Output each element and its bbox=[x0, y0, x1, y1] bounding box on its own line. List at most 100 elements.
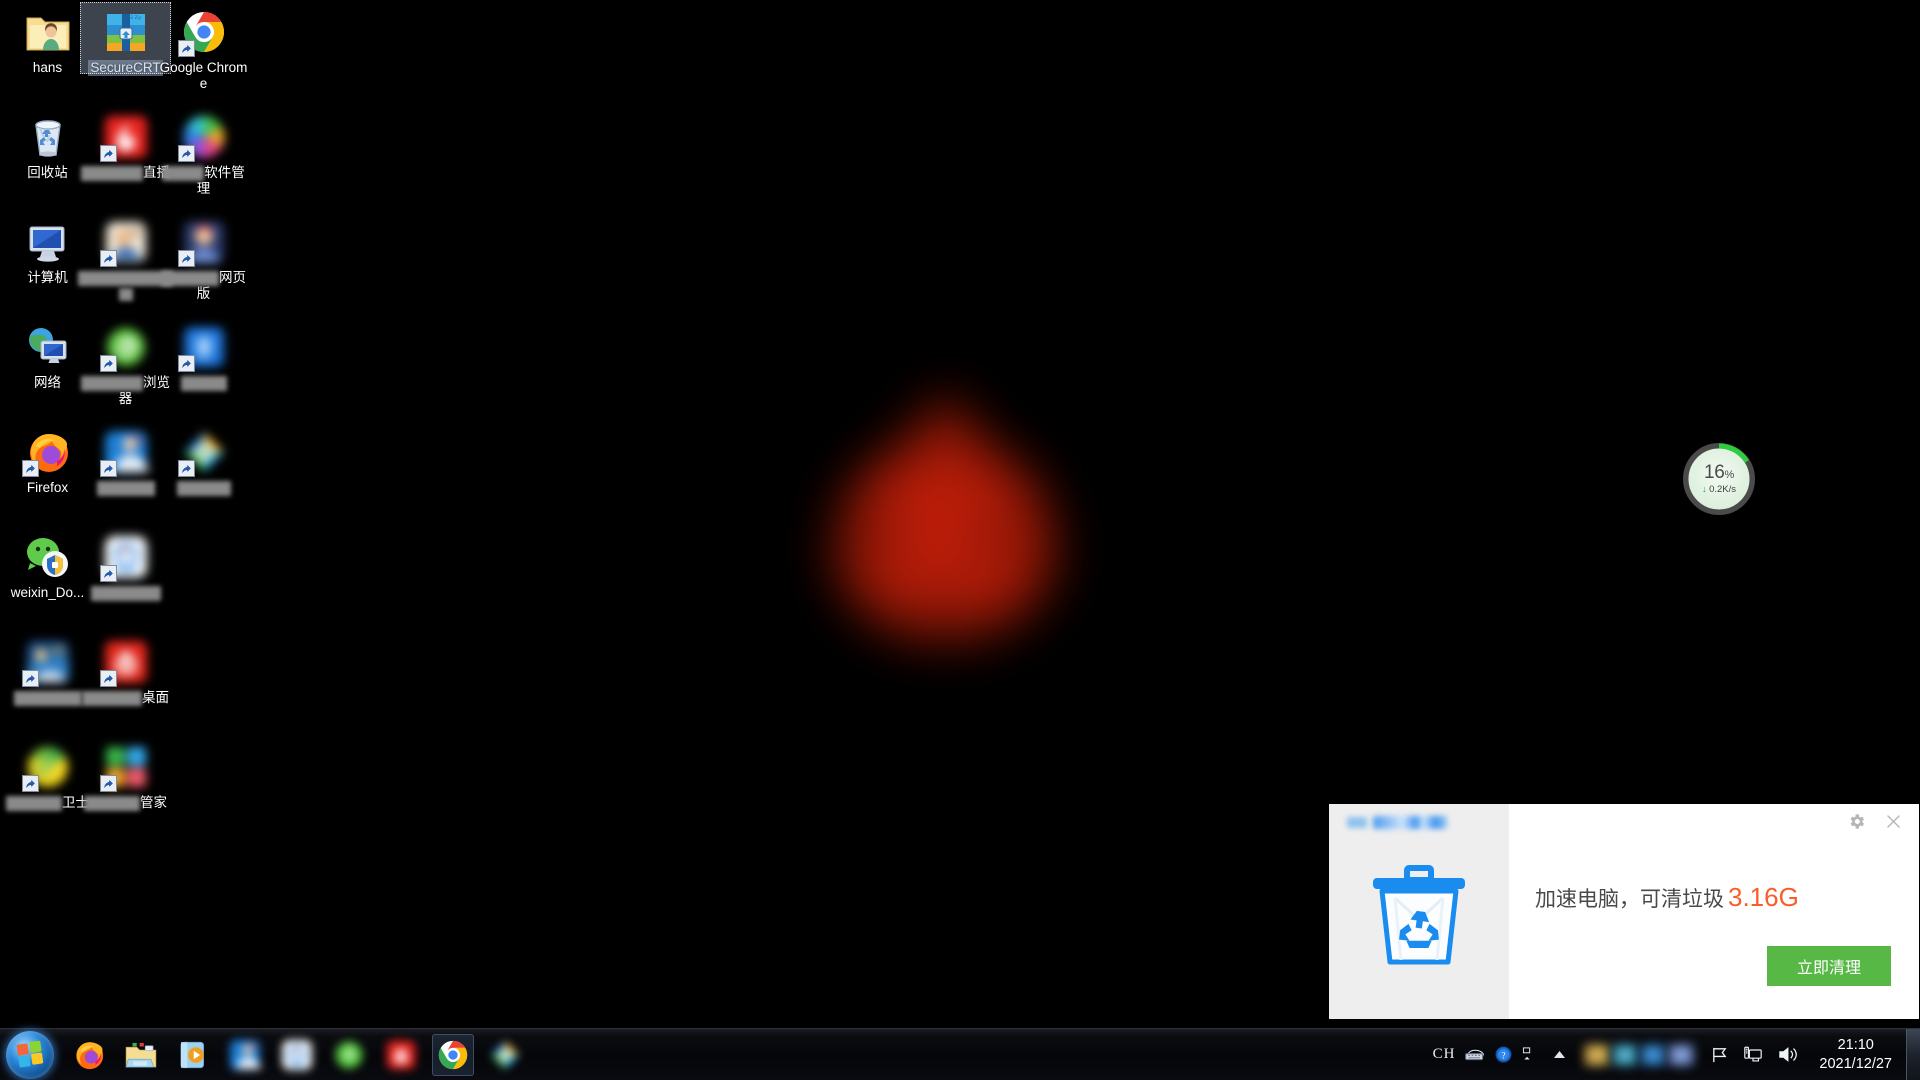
ime-language-label: CH bbox=[1432, 1046, 1456, 1062]
network-cpu-float-widget[interactable]: 16% ↓ 0.2K/s bbox=[1683, 443, 1755, 515]
gear-icon[interactable] bbox=[1847, 812, 1866, 831]
live-streaming-icon bbox=[99, 113, 150, 162]
popup-brand-logo bbox=[1347, 816, 1447, 829]
google-chrome-icon bbox=[436, 1038, 470, 1072]
redacted-label bbox=[118, 287, 133, 301]
windows-logo-icon bbox=[16, 1040, 44, 1068]
junk-cleaner-popup[interactable]: 加速电脑，可清垃圾 3.16G 立即清理 bbox=[1329, 804, 1919, 1019]
desktop-icon-white-cloud-app[interactable] bbox=[78, 533, 173, 601]
show-hidden-icons-button[interactable] bbox=[1541, 1046, 1578, 1064]
popup-message: 加速电脑，可清垃圾 3.16G bbox=[1535, 882, 1799, 912]
blue-app-icon bbox=[228, 1038, 262, 1072]
windows-media-player-icon bbox=[176, 1038, 210, 1072]
shortcut-overlay-icon bbox=[21, 670, 39, 687]
media-player-colored-icon bbox=[488, 1038, 522, 1072]
desktop-icon-label bbox=[156, 375, 251, 391]
redacted-label bbox=[180, 375, 227, 391]
taskbar-app-buttons bbox=[68, 1029, 526, 1080]
software-manager-icon bbox=[177, 113, 228, 162]
shortcut-overlay-icon bbox=[99, 355, 117, 372]
clock-time: 21:10 bbox=[1837, 1036, 1874, 1053]
desktop-icon-label bbox=[78, 585, 173, 601]
system-tray: CH ? 21:10 2021/12/27 bbox=[1425, 1029, 1904, 1080]
shortcut-overlay-icon bbox=[177, 460, 195, 477]
desktop-icon-media-player[interactable] bbox=[156, 428, 251, 496]
desktop-icon-software-manager[interactable]: 软件管理 bbox=[156, 113, 251, 197]
tray-icon-a[interactable] bbox=[1584, 1043, 1611, 1066]
desktop-icon-red-desktop[interactable]: 桌面 bbox=[78, 638, 173, 706]
tray-icon-b[interactable] bbox=[1612, 1043, 1639, 1066]
red-desktop-icon bbox=[99, 638, 150, 687]
shortcut-overlay-icon bbox=[177, 355, 195, 372]
yellow-guard-icon bbox=[21, 743, 72, 792]
firefox-icon bbox=[72, 1038, 106, 1072]
shortcut-overlay-icon bbox=[177, 145, 195, 162]
redacted-label bbox=[176, 480, 231, 496]
network-monitor-icon[interactable] bbox=[1743, 1046, 1763, 1064]
wallpaper-red-face-art bbox=[805, 400, 1085, 680]
securecrt-icon: 52 Zip bbox=[102, 8, 150, 56]
redacted-label bbox=[162, 165, 205, 181]
help-icon[interactable]: ? bbox=[1495, 1046, 1512, 1063]
tray-hidden-icon-group[interactable] bbox=[1578, 1043, 1700, 1066]
clock-date: 2021/12/27 bbox=[1819, 1055, 1892, 1072]
red-app-icon bbox=[384, 1038, 418, 1072]
flag-icon[interactable] bbox=[1710, 1046, 1729, 1064]
white-cloud-app-icon bbox=[99, 533, 150, 582]
taskbar-button-app-10[interactable] bbox=[484, 1034, 526, 1076]
ime-indicator[interactable]: CH ? bbox=[1425, 1046, 1542, 1063]
tray-icon-c[interactable] bbox=[1640, 1043, 1667, 1066]
taskbar-button-app-8[interactable] bbox=[380, 1034, 422, 1076]
blue-app-icon bbox=[99, 428, 150, 477]
pc-manager-icon bbox=[99, 743, 150, 792]
volume-icon[interactable] bbox=[1777, 1045, 1799, 1064]
desktop-icon-label: 网页版 bbox=[156, 270, 251, 302]
desktop-icon-web-version[interactable]: 网页版 bbox=[156, 218, 251, 302]
brand-wordmark bbox=[1373, 816, 1447, 829]
white-cloud-app-icon bbox=[280, 1038, 314, 1072]
green-browser-icon bbox=[99, 323, 150, 372]
desktop-icon-label bbox=[156, 480, 251, 496]
taskbar-button-app-5[interactable] bbox=[224, 1034, 266, 1076]
recycle-bin-blue-icon bbox=[1373, 864, 1465, 964]
redacted-label bbox=[82, 690, 142, 706]
svg-text:?: ? bbox=[1502, 1051, 1506, 1061]
shortcut-overlay-icon bbox=[99, 775, 117, 792]
media-player-icon bbox=[177, 428, 228, 477]
firefox-icon bbox=[21, 428, 72, 477]
redacted-label bbox=[81, 375, 143, 391]
keyboard-icon[interactable] bbox=[1464, 1047, 1486, 1062]
network-icon bbox=[24, 323, 72, 371]
taskbar-button-file-explorer[interactable] bbox=[120, 1034, 162, 1076]
close-icon[interactable] bbox=[1884, 812, 1903, 831]
taskbar-clock[interactable]: 21:10 2021/12/27 bbox=[1809, 1036, 1902, 1074]
tray-icon-d[interactable] bbox=[1668, 1043, 1695, 1066]
ime-options-icon[interactable] bbox=[1521, 1046, 1533, 1063]
usage-ring-icon bbox=[1683, 443, 1755, 515]
taskbar-button-google-chrome[interactable] bbox=[432, 1033, 474, 1076]
show-desktop-button[interactable] bbox=[1906, 1028, 1920, 1080]
redacted-label bbox=[81, 165, 143, 181]
taskbar-button-app-7[interactable] bbox=[328, 1034, 370, 1076]
desktop-icon-label: 桌面 bbox=[78, 690, 173, 706]
redacted-label bbox=[161, 270, 219, 286]
desktop-icon-label: 软件管理 bbox=[156, 165, 251, 197]
svg-text:52 Zip: 52 Zip bbox=[128, 15, 141, 20]
brand-mark-icon bbox=[1347, 817, 1367, 828]
desktop-icon-google-chrome[interactable]: Google Chrome bbox=[156, 8, 251, 92]
shortcut-overlay-icon bbox=[99, 250, 117, 267]
game-app-icon bbox=[21, 638, 72, 687]
desktop-icon-pc-manager[interactable]: 管家 bbox=[78, 743, 173, 811]
taskbar-button-media-player[interactable] bbox=[172, 1034, 214, 1076]
taskbar-button-app-6[interactable] bbox=[276, 1034, 318, 1076]
desktop-icon-blue-shield[interactable] bbox=[156, 323, 251, 391]
clean-now-button[interactable]: 立即清理 bbox=[1767, 946, 1891, 986]
blue-shield-icon bbox=[177, 323, 228, 372]
start-button[interactable] bbox=[6, 1030, 54, 1079]
shortcut-overlay-icon bbox=[21, 460, 39, 477]
taskbar: CH ? 21:10 2021/12/27 bbox=[0, 1028, 1920, 1080]
recycle-bin-icon bbox=[24, 113, 72, 161]
redacted-label bbox=[84, 795, 140, 811]
shortcut-overlay-icon bbox=[99, 145, 117, 162]
taskbar-button-firefox[interactable] bbox=[68, 1034, 110, 1076]
